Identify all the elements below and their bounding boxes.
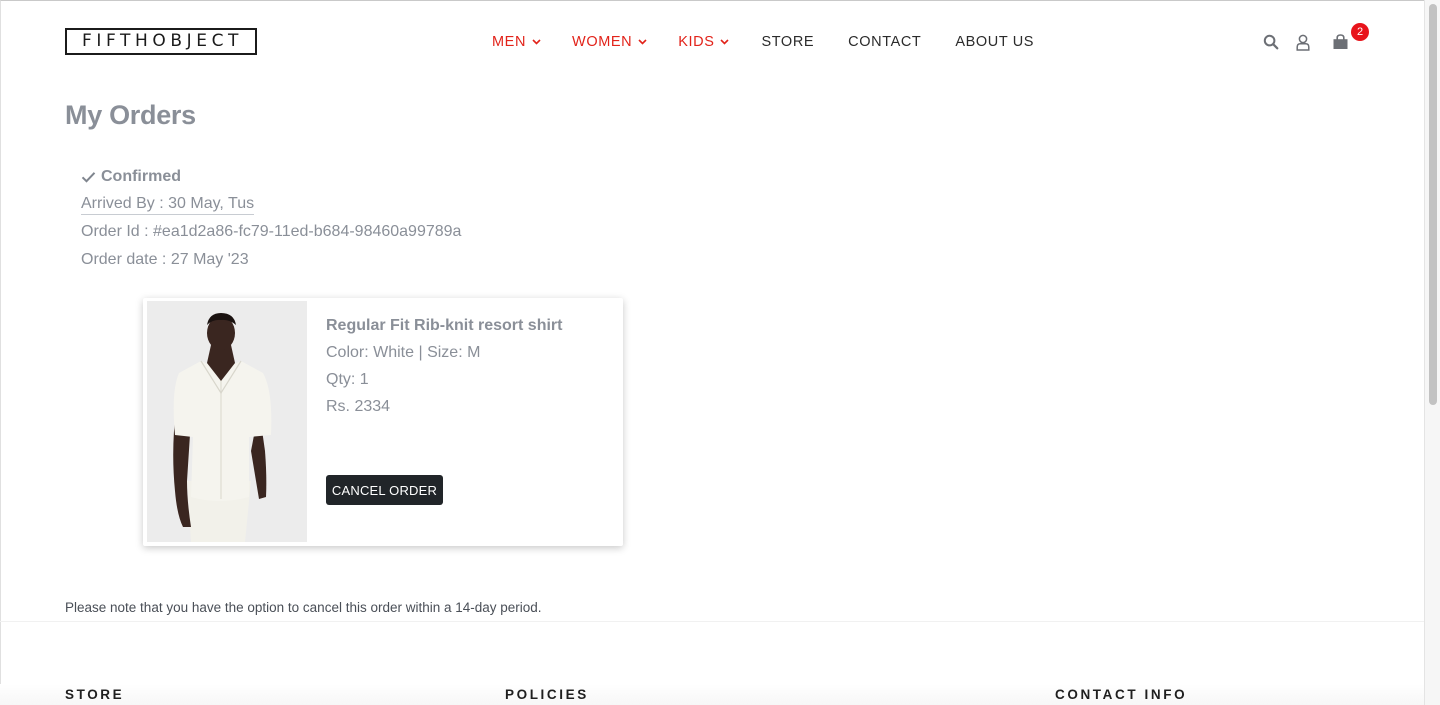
order-status-label: Confirmed <box>101 168 181 185</box>
nav-item-women[interactable]: WOMEN <box>572 34 647 50</box>
page-title: My Orders <box>65 100 196 130</box>
footer-heading-store: STORE <box>65 687 125 702</box>
nav-item-kids[interactable]: KIDS <box>678 34 730 50</box>
check-icon <box>81 171 96 183</box>
nav-item-label: KIDS <box>678 34 715 50</box>
nav-item-label: MEN <box>492 34 527 50</box>
header-icons <box>1262 30 1349 54</box>
nav-item-men[interactable]: MEN <box>492 34 541 50</box>
nav-item-label: CONTACT <box>848 34 922 50</box>
nav-item-label: ABOUT US <box>955 34 1035 50</box>
order-status: Confirmed <box>81 168 181 186</box>
footer-background <box>0 684 1424 705</box>
chevron-down-icon <box>638 39 647 45</box>
nav-item-contact[interactable]: CONTACT <box>848 34 921 50</box>
product-image[interactable] <box>147 301 307 542</box>
nav-item-label: STORE <box>761 34 815 50</box>
product-color-size: Color: White | Size: M <box>326 344 481 361</box>
brand-logo[interactable]: FIFTHOBJECT <box>65 28 257 55</box>
cancellation-note: Please note that you have the option to … <box>65 600 542 615</box>
nav-item-label: WOMEN <box>572 34 633 50</box>
footer-heading-contact-info: CONTACT INFO <box>1055 687 1188 702</box>
footer-heading-policies: POLICIES <box>505 687 589 702</box>
user-icon[interactable] <box>1294 33 1312 51</box>
page-scrollbar[interactable] <box>1424 0 1440 705</box>
search-icon[interactable] <box>1262 33 1280 51</box>
order-id: Order Id : #ea1d2a86-fc79-11ed-b684-9846… <box>81 223 462 240</box>
nav-item-store[interactable]: STORE <box>761 34 814 50</box>
order-date: Order date : 27 May '23 <box>81 251 249 268</box>
arrival-date: Arrived By : 30 May, Tus <box>81 195 255 215</box>
product-name[interactable]: Regular Fit Rib-knit resort shirt <box>326 317 562 335</box>
product-price: Rs. 2334 <box>326 398 391 415</box>
cart-count-badge: 2 <box>1351 23 1369 41</box>
cancel-order-button[interactable]: CANCEL ORDER <box>326 475 443 505</box>
scrollbar-thumb[interactable] <box>1429 4 1437 405</box>
cart-icon[interactable] <box>1331 33 1349 51</box>
product-quantity: Qty: 1 <box>326 371 369 388</box>
order-item-card: Regular Fit Rib-knit resort shirt Color:… <box>143 298 623 546</box>
footer-divider <box>0 621 1424 622</box>
main-nav: MEN WOMEN KIDS STORE CONTACT ABOUT US <box>492 32 1034 52</box>
nav-item-about-us[interactable]: ABOUT US <box>955 34 1034 50</box>
chevron-down-icon <box>720 39 730 45</box>
chevron-down-icon <box>532 39 541 45</box>
